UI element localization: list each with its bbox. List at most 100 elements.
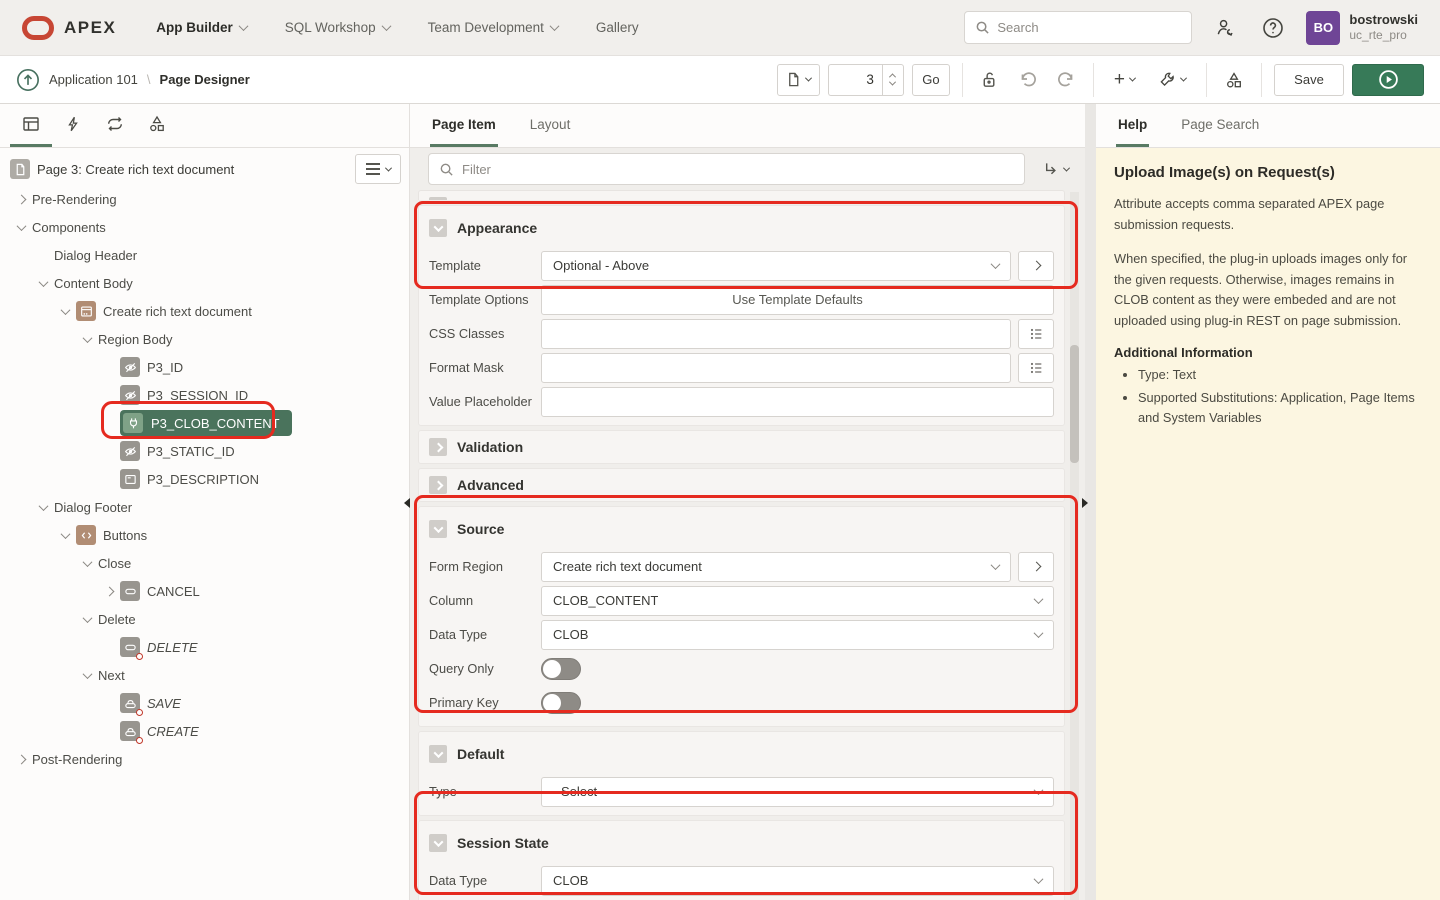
tree-item-close[interactable]: Close	[10, 549, 401, 577]
tree-chevron-slot[interactable]	[10, 224, 32, 231]
save-button[interactable]: Save	[1274, 64, 1344, 96]
tab-page-item[interactable]: Page Item	[430, 104, 498, 147]
tab-page-search[interactable]: Page Search	[1179, 104, 1261, 147]
tree-item-cancel[interactable]: CANCEL	[10, 577, 401, 605]
tree-chevron-slot[interactable]	[98, 588, 120, 595]
utilities-menu-button[interactable]	[1151, 64, 1194, 96]
input-value-placeholder[interactable]	[541, 387, 1054, 417]
toggle-primary-key[interactable]	[541, 692, 581, 714]
page-number-stepper[interactable]	[882, 64, 904, 96]
section-header-session-state[interactable]: Session State	[429, 821, 1054, 865]
tree-item-post-rendering[interactable]: Post-Rendering	[10, 745, 401, 773]
tree-item-pre-rendering[interactable]: Pre-Rendering	[10, 185, 401, 213]
list-values-button[interactable]	[1018, 353, 1054, 383]
tree-item-create-rich-text-document[interactable]: Create rich text document	[10, 297, 401, 325]
collapse-icon[interactable]	[429, 745, 447, 763]
section-header-source[interactable]: Source	[429, 507, 1054, 551]
tree-menu-button[interactable]	[355, 154, 401, 184]
tree-chevron-slot[interactable]	[76, 672, 98, 679]
filter-input[interactable]	[462, 162, 1014, 177]
goto-group-button[interactable]	[1041, 160, 1069, 179]
tree-chevron-slot[interactable]	[10, 196, 32, 203]
tree-item-p3-static-id[interactable]: P3_STATIC_ID	[10, 437, 401, 465]
tree-item-dialog-header[interactable]: Dialog Header	[10, 241, 401, 269]
tab-dynamic-actions[interactable]	[52, 104, 94, 147]
toggle-query-only[interactable]	[541, 658, 581, 680]
tab-rendering[interactable]	[10, 104, 52, 147]
redo-icon[interactable]	[1051, 65, 1081, 95]
tab-page-shared-components[interactable]	[136, 104, 178, 147]
tree-item-p3-clob-content[interactable]: P3_CLOB_CONTENT	[10, 409, 401, 437]
section-header-advanced[interactable]: Advanced	[429, 469, 1054, 501]
tree-item-region-body[interactable]: Region Body	[10, 325, 401, 353]
select-data-type[interactable]: CLOB	[541, 620, 1054, 650]
run-page-button[interactable]	[1352, 64, 1424, 96]
search-input[interactable]	[997, 20, 1182, 35]
tree-chevron-slot[interactable]	[54, 308, 76, 315]
breadcrumb-app[interactable]: Application 101	[49, 72, 138, 87]
list-values-button[interactable]	[1018, 319, 1054, 349]
tree-item-p3-description[interactable]: P3_DESCRIPTION	[10, 465, 401, 493]
lock-icon[interactable]	[975, 65, 1005, 95]
tree-item-content-body[interactable]: Content Body	[10, 269, 401, 297]
collapse-icon[interactable]	[429, 219, 447, 237]
collapse-right-splitter[interactable]	[1082, 498, 1088, 508]
go-button[interactable]: Go	[912, 64, 950, 96]
app-home-icon[interactable]	[16, 68, 40, 92]
tree-chevron-slot[interactable]	[54, 532, 76, 539]
tree-chevron-slot[interactable]	[10, 756, 32, 763]
center-scrollbar-track[interactable]	[1070, 192, 1079, 900]
tree-item-delete[interactable]: Delete	[10, 605, 401, 633]
quick-pick-button[interactable]	[1018, 552, 1054, 582]
page-selector-button[interactable]	[777, 64, 820, 96]
tab-help[interactable]: Help	[1116, 104, 1149, 147]
input-format-mask[interactable]	[541, 353, 1011, 383]
nav-item-app-builder[interactable]: App Builder	[156, 20, 247, 35]
tree-chevron-slot[interactable]	[76, 560, 98, 567]
nav-item-team-development[interactable]: Team Development	[428, 20, 558, 35]
select-form-region[interactable]: Create rich text document	[541, 552, 1011, 582]
tree-chevron-slot[interactable]	[76, 336, 98, 343]
help-icon[interactable]	[1258, 13, 1288, 43]
admin-icon[interactable]	[1210, 13, 1240, 43]
tree-item-next[interactable]: Next	[10, 661, 401, 689]
user-menu[interactable]: BO bostrowski uc_rte_pro	[1306, 11, 1418, 45]
section-header-appearance[interactable]: Appearance	[429, 206, 1054, 250]
tab-processing[interactable]	[94, 104, 136, 147]
tree-item-dialog-footer[interactable]: Dialog Footer	[10, 493, 401, 521]
header-search[interactable]	[964, 11, 1192, 44]
tree-item-p3-id[interactable]: P3_ID	[10, 353, 401, 381]
section-header-validation[interactable]: Validation	[429, 431, 1054, 463]
select-template[interactable]: Optional - Above	[541, 251, 1011, 281]
expand-icon[interactable]	[429, 438, 447, 456]
nav-item-sql-workshop[interactable]: SQL Workshop	[285, 20, 390, 35]
collapse-icon[interactable]	[429, 834, 447, 852]
quick-pick-button[interactable]	[1018, 251, 1054, 281]
tree-item-p3-session-id[interactable]: P3_SESSION_ID	[10, 381, 401, 409]
tree-chevron-slot[interactable]	[32, 504, 54, 511]
tree-item-buttons[interactable]: Buttons	[10, 521, 401, 549]
property-filter[interactable]	[428, 153, 1025, 185]
nav-item-gallery[interactable]: Gallery	[596, 20, 639, 35]
tree-root-page[interactable]: Page 3: Create rich text document	[10, 155, 401, 183]
center-scrollbar-thumb[interactable]	[1070, 345, 1079, 463]
select-column[interactable]: CLOB_CONTENT	[541, 586, 1054, 616]
tree-item-save[interactable]: SAVE	[10, 689, 401, 717]
page-number-input[interactable]	[829, 65, 882, 95]
template-options-button[interactable]: Use Template Defaults	[541, 285, 1054, 315]
tree-chevron-slot[interactable]	[32, 280, 54, 287]
collapse-left-splitter[interactable]	[404, 498, 410, 508]
create-menu-button[interactable]: +	[1106, 64, 1143, 96]
collapse-icon[interactable]	[429, 520, 447, 538]
tab-layout[interactable]: Layout	[528, 104, 573, 147]
tree-chevron-slot[interactable]	[76, 616, 98, 623]
input-css-classes[interactable]	[541, 319, 1011, 349]
expand-icon[interactable]	[429, 476, 447, 494]
select-data-type[interactable]: CLOB	[541, 866, 1054, 896]
tree-item-components[interactable]: Components	[10, 213, 401, 241]
undo-icon[interactable]	[1013, 65, 1043, 95]
shared-components-icon[interactable]	[1219, 65, 1249, 95]
tree-item-create[interactable]: CREATE	[10, 717, 401, 745]
section-header-default[interactable]: Default	[429, 732, 1054, 776]
tree-item-delete[interactable]: DELETE	[10, 633, 401, 661]
